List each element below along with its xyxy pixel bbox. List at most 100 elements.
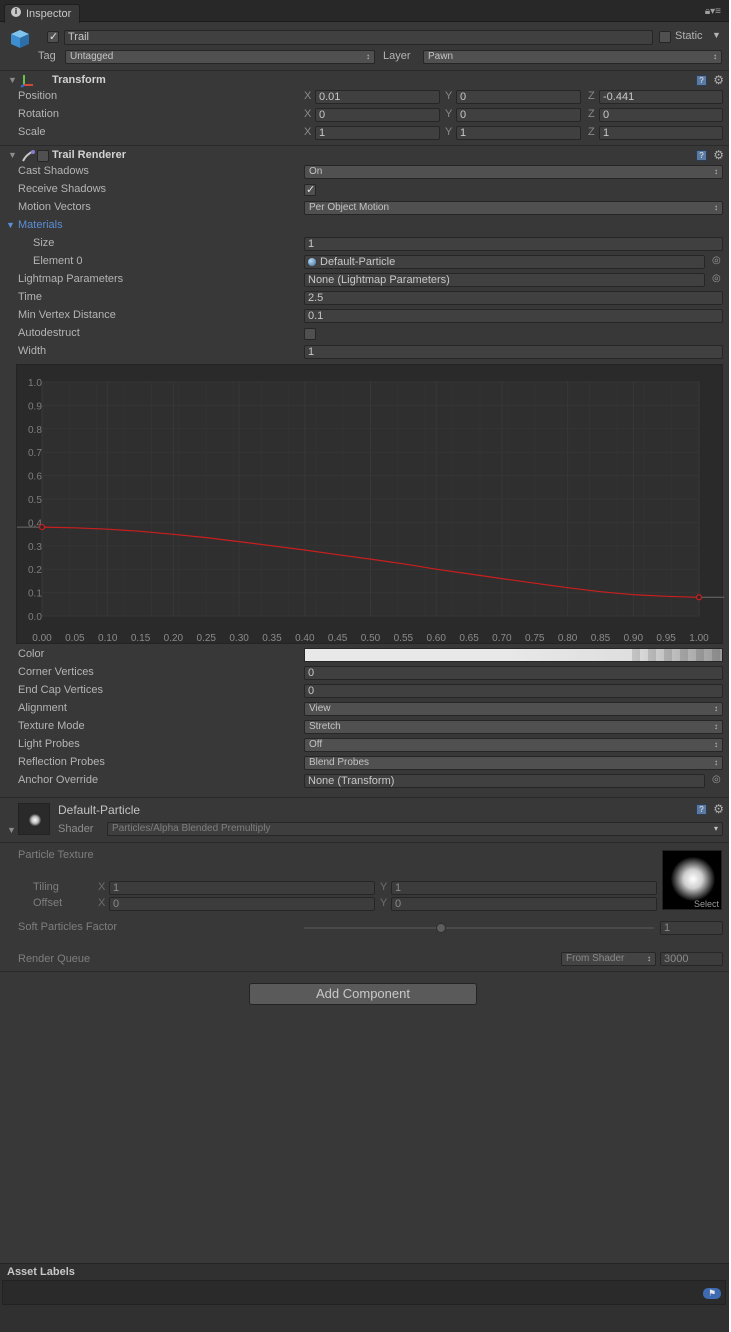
curve-keyframe[interactable] xyxy=(38,523,46,531)
help-book-icon[interactable]: ? xyxy=(696,804,707,815)
texture-mode-label: Texture Mode xyxy=(18,720,85,732)
add-component-button[interactable]: Add Component xyxy=(249,983,477,1005)
reflection-probes-label: Reflection Probes xyxy=(18,756,105,768)
dropdown-arrow-icon: ↕ xyxy=(714,203,718,212)
x-tick-label: 0.75 xyxy=(525,633,545,644)
object-picker-icon[interactable]: ◎ xyxy=(712,273,721,284)
curve-keyframe[interactable] xyxy=(695,594,703,601)
end-cap-vertices-field[interactable]: 0 xyxy=(304,684,723,698)
cast-shadows-dropdown[interactable]: On ↕ xyxy=(304,165,723,179)
x-tick-label: 0.45 xyxy=(328,633,348,644)
object-picker-icon[interactable]: ◎ xyxy=(712,774,721,785)
offset-y-axis: Y xyxy=(380,897,388,909)
autodestruct-checkbox[interactable] xyxy=(304,328,316,340)
help-book-icon[interactable]: ? xyxy=(696,75,707,86)
layer-dropdown[interactable]: Pawn ↕ xyxy=(423,50,722,64)
transform-icon xyxy=(20,74,34,91)
rotation-x-field[interactable]: 0 xyxy=(315,108,440,122)
position-y-field[interactable]: 0 xyxy=(456,90,581,104)
x-tick-label: 0.65 xyxy=(459,633,479,644)
dropdown-arrow-icon: ↕ xyxy=(714,740,718,749)
cast-shadows-value: On xyxy=(309,166,323,177)
anchor-override-field[interactable]: None (Transform) xyxy=(304,774,705,788)
reflection-probes-value: Blend Probes xyxy=(309,757,370,768)
render-queue-field[interactable]: 3000 xyxy=(660,952,723,966)
rotation-z-field[interactable]: 0 xyxy=(599,108,723,122)
rotation-y-field[interactable]: 0 xyxy=(456,108,581,122)
width-curve-editor[interactable]: 0.0 0.1 0.2 0.3 0.4 0.5 0.6 0.7 0.8 0.9 1.0 0.00 0.0… xyxy=(16,364,724,645)
offset-x-field[interactable]: 0 xyxy=(109,897,375,911)
lock-menu-icon[interactable]: 🔒︎▾≡ xyxy=(705,6,721,17)
width-field[interactable]: 1 xyxy=(304,345,723,359)
lightmap-field[interactable]: None (Lightmap Parameters) xyxy=(304,273,705,287)
position-x-field[interactable]: 0.01 xyxy=(315,90,440,104)
scale-x-field[interactable]: 1 xyxy=(315,126,440,140)
x-tick-label: 0.00 xyxy=(32,633,52,644)
tiling-y-field[interactable]: 1 xyxy=(391,881,657,895)
scale-y-axis[interactable]: Y xyxy=(445,126,452,138)
time-field[interactable]: 2.5 xyxy=(304,291,723,305)
light-probes-dropdown[interactable]: Off ↕ xyxy=(304,738,723,752)
motion-vectors-value: Per Object Motion xyxy=(309,202,390,213)
position-x-axis[interactable]: X xyxy=(304,90,311,102)
min-vertex-field[interactable]: 0.1 xyxy=(304,309,723,323)
corner-vertices-field[interactable]: 0 xyxy=(304,666,723,680)
color-gradient-field[interactable] xyxy=(304,648,723,662)
static-dropdown-icon[interactable]: ▼ xyxy=(712,30,721,40)
rotation-y-axis[interactable]: Y xyxy=(445,108,452,120)
object-picker-icon[interactable]: ◎ xyxy=(712,255,721,266)
position-z-axis[interactable]: Z xyxy=(588,90,595,102)
gear-icon[interactable]: ⚙ xyxy=(713,803,724,815)
time-label: Time xyxy=(18,291,43,303)
position-z-field[interactable]: -0.441 xyxy=(599,90,723,104)
reflection-probes-dropdown[interactable]: Blend Probes ↕ xyxy=(304,756,723,770)
min-vertex-label: Min Vertex Distance xyxy=(18,309,116,321)
texture-mode-dropdown[interactable]: Stretch ↕ xyxy=(304,720,723,734)
scale-y-field[interactable]: 1 xyxy=(456,126,581,140)
texture-thumbnail[interactable]: Select xyxy=(662,850,722,910)
material-foldout-icon[interactable]: ▼ xyxy=(7,825,16,835)
foldout-triangle-icon[interactable]: ▼ xyxy=(8,75,17,85)
name-field[interactable]: Trail xyxy=(64,30,653,45)
foldout-triangle-icon[interactable]: ▼ xyxy=(8,150,17,160)
x-tick-label: 0.35 xyxy=(262,633,282,644)
render-queue-mode-dropdown[interactable]: From Shader ↕ xyxy=(561,952,656,966)
width-curve-chart[interactable]: 0.00.10.20.30.40.50.60.70.80.91.00.00 0.0… xyxy=(17,365,724,645)
tag-dropdown[interactable]: Untagged ↕ xyxy=(65,50,375,64)
asset-labels-title: Asset Labels xyxy=(7,1266,75,1278)
tab-inspector[interactable]: i Inspector xyxy=(4,4,80,23)
transform-header[interactable]: ▼ Transform ? ⚙ xyxy=(0,70,729,90)
help-book-icon[interactable]: ? xyxy=(696,150,707,161)
motion-vectors-dropdown[interactable]: Per Object Motion ↕ xyxy=(304,201,723,215)
gear-icon[interactable]: ⚙ xyxy=(713,74,724,86)
soft-particles-field[interactable]: 1 xyxy=(660,921,723,935)
scale-z-field[interactable]: 1 xyxy=(599,126,723,140)
scale-x-axis[interactable]: X xyxy=(304,126,311,138)
receive-shadows-checkbox[interactable] xyxy=(304,183,316,196)
trail-renderer-header[interactable]: ▼ Trail Renderer ? ⚙ xyxy=(0,145,729,165)
texture-select-label[interactable]: Select xyxy=(694,899,719,909)
offset-y-field[interactable]: 0 xyxy=(391,897,657,911)
position-y-axis[interactable]: Y xyxy=(445,90,452,102)
active-checkbox[interactable] xyxy=(47,30,59,43)
slider-thumb[interactable] xyxy=(435,923,446,933)
asset-labels-area[interactable] xyxy=(2,1280,726,1305)
tiling-y-axis: Y xyxy=(380,881,388,893)
element0-field[interactable]: Default-Particle xyxy=(304,255,705,269)
size-field[interactable]: 1 xyxy=(304,237,723,251)
gear-icon[interactable]: ⚙ xyxy=(713,149,724,161)
render-queue-label: Render Queue xyxy=(18,953,91,965)
soft-particles-slider[interactable] xyxy=(304,923,654,933)
materials-foldout[interactable]: ▼ Materials xyxy=(6,219,63,231)
static-checkbox[interactable] xyxy=(659,31,671,43)
rotation-z-axis[interactable]: Z xyxy=(588,108,595,120)
alignment-dropdown[interactable]: View ↕ xyxy=(304,702,723,716)
x-tick-label: 0.90 xyxy=(624,633,644,644)
tag-icon[interactable]: ⚑ xyxy=(703,1288,721,1299)
scale-z-axis[interactable]: Z xyxy=(588,126,595,138)
tiling-x-axis: X xyxy=(98,881,106,893)
rotation-x-axis[interactable]: X xyxy=(304,108,311,120)
trail-enabled-checkbox[interactable] xyxy=(37,150,49,162)
tiling-x-field[interactable]: 1 xyxy=(109,881,375,895)
shader-dropdown[interactable]: Particles/Alpha Blended Premultiply ▾ xyxy=(107,822,723,836)
